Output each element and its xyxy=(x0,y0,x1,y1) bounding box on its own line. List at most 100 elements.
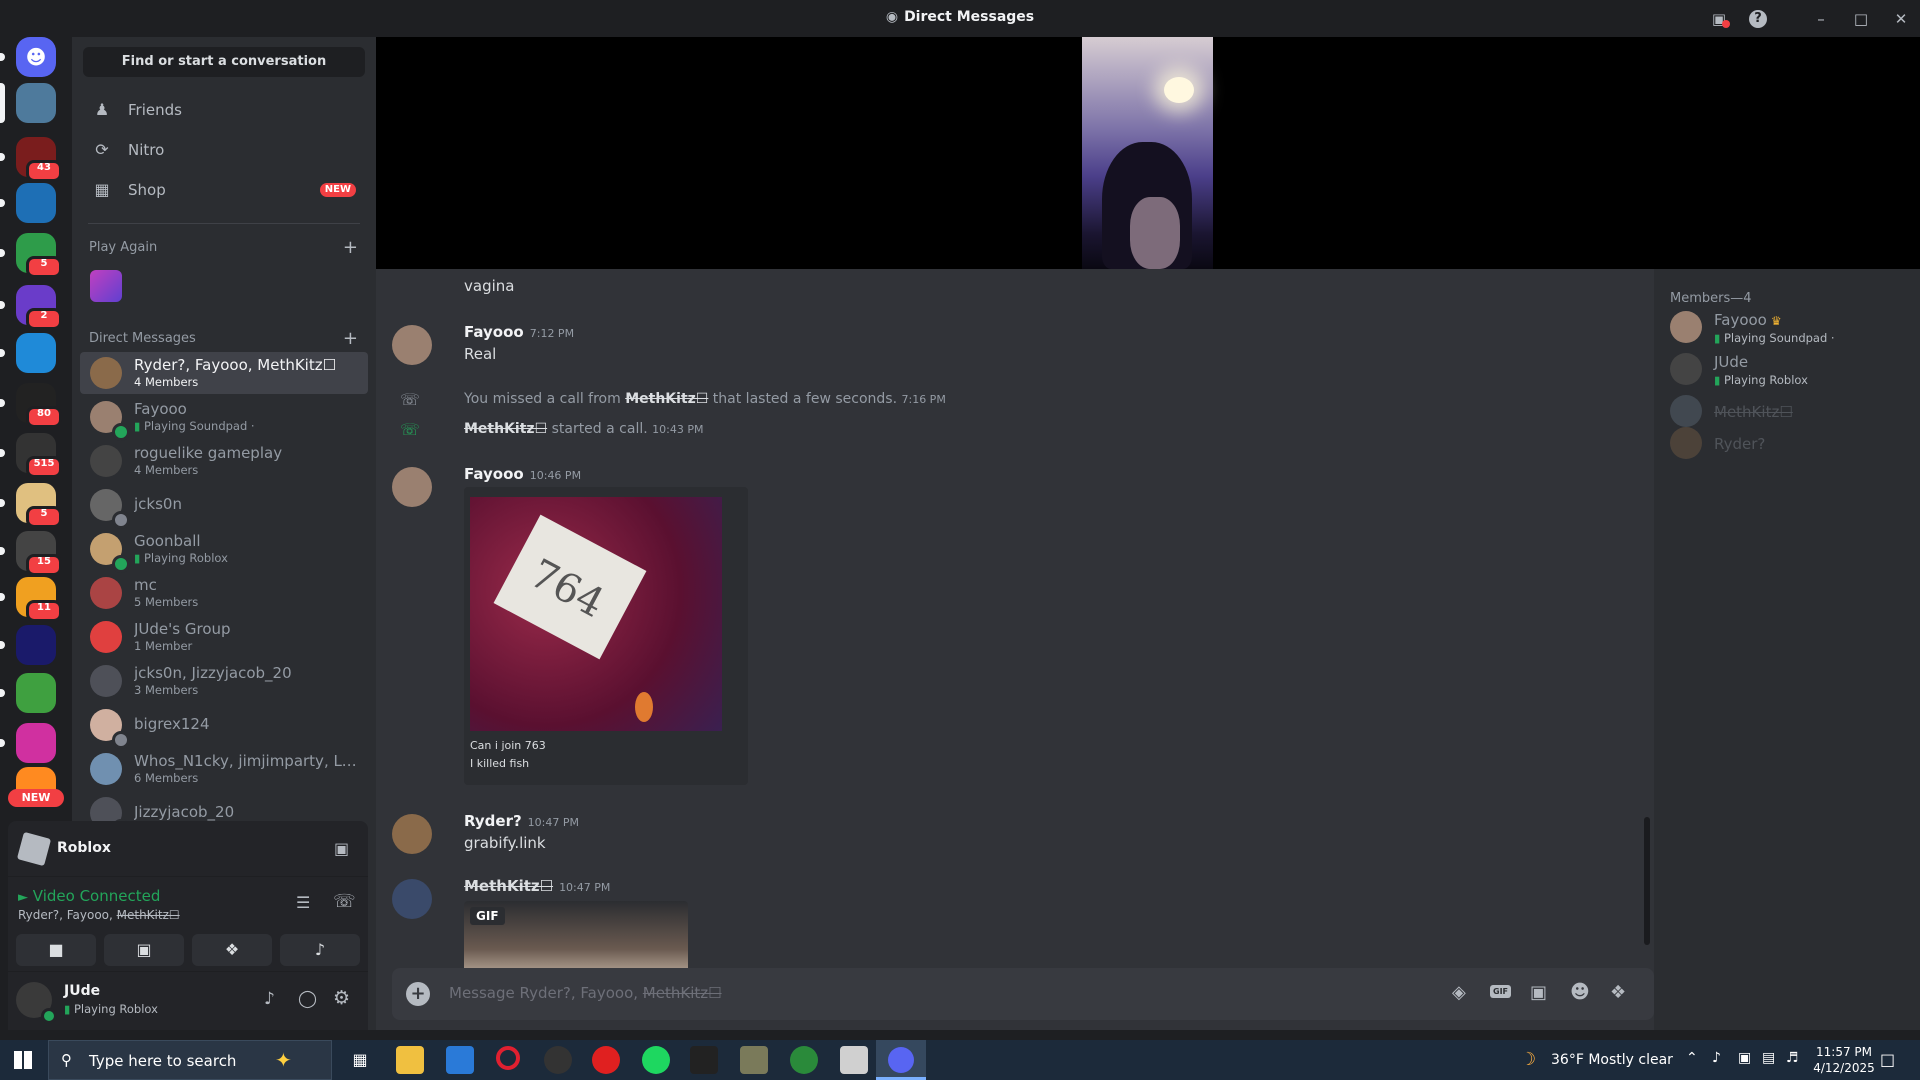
server-icon[interactable] xyxy=(0,723,56,763)
dm-item[interactable]: jcks0n xyxy=(80,484,368,529)
roblox-taskbar-icon[interactable] xyxy=(840,1046,868,1074)
nav-friends[interactable]: ♟ Friends xyxy=(80,91,368,129)
mic-icon[interactable]: ♪ xyxy=(264,989,275,1009)
server-icon[interactable]: 5 xyxy=(0,483,62,528)
dm-item[interactable]: Ryder?, Fayooo, MethKitz☐ 4 Members xyxy=(80,352,368,394)
file-explorer-icon[interactable] xyxy=(396,1046,424,1074)
maximize-icon[interactable]: □ xyxy=(1848,6,1874,32)
dm-item[interactable]: JUde's Group 1 Member xyxy=(80,616,368,658)
tray-chevron-icon[interactable]: ⌃ xyxy=(1686,1050,1698,1066)
author-name[interactable]: MethKitz☐ xyxy=(464,877,553,895)
nav-nitro[interactable]: ⟳ Nitro xyxy=(80,131,368,169)
volume-icon[interactable]: ♬ xyxy=(1786,1050,1799,1066)
gift-icon[interactable]: ◈ xyxy=(1452,982,1466,1003)
weather-text[interactable]: 36°F Mostly clear xyxy=(1551,1052,1673,1068)
author-name[interactable]: Fayooo xyxy=(464,323,524,341)
voice-status[interactable]: ► Video Connected xyxy=(18,887,160,905)
soundboard-button[interactable]: ♪ xyxy=(280,934,360,966)
close-icon[interactable]: ✕ xyxy=(1888,6,1914,32)
dm-item[interactable]: jcks0n, Jizzyjacob_20 3 Members xyxy=(80,660,368,702)
new-unreads-pill[interactable]: NEW xyxy=(8,789,64,807)
embed-image[interactable]: 764 xyxy=(470,497,722,731)
tray-camera-icon[interactable]: ▣ xyxy=(1738,1050,1751,1066)
chat-messages[interactable]: vagina Fayooo 7:12 PM Real ☏ You missed a… xyxy=(376,269,1654,997)
member-item[interactable]: Ryder? xyxy=(1670,423,1910,465)
call-of-duty-icon[interactable] xyxy=(690,1046,718,1074)
game-icon[interactable] xyxy=(740,1046,768,1074)
task-view-icon[interactable]: ▦ xyxy=(346,1046,374,1074)
apps-icon[interactable]: ❖ xyxy=(1610,982,1626,1003)
server-icon[interactable]: ☻ xyxy=(0,37,56,77)
sys-user[interactable]: MethKitz☐ xyxy=(464,421,547,437)
clock[interactable]: 11:57 PM 4/12/2025 xyxy=(1806,1044,1882,1076)
notification-icon[interactable]: □ xyxy=(1880,1050,1895,1069)
emoji-icon[interactable]: ☻ xyxy=(1570,981,1590,1003)
author-avatar[interactable] xyxy=(392,814,432,854)
message-body[interactable]: grabify.link xyxy=(464,834,546,852)
message-composer[interactable]: + Message Ryder?, Fayooo, MethKitz☐ ◈ GI… xyxy=(392,968,1654,1020)
spotify-icon[interactable] xyxy=(642,1046,670,1074)
composer-placeholder[interactable]: Message Ryder?, Fayooo, MethKitz☐ xyxy=(449,984,722,1002)
sticker-icon[interactable]: ▣ xyxy=(1530,982,1547,1003)
play-again-game-icon[interactable] xyxy=(90,270,122,302)
play-again-add-icon[interactable]: + xyxy=(343,237,358,258)
image-embed[interactable]: 764 Can i join 763 I killed fish xyxy=(464,487,748,785)
dm-item[interactable]: Fayooo ▮ Playing Soundpad · xyxy=(80,396,368,441)
camera-off-button[interactable]: ■ xyxy=(16,934,96,966)
minimize-icon[interactable]: – xyxy=(1808,6,1834,32)
dm-item[interactable]: Whos_N1cky, jimjimparty, Luc... 6 Members xyxy=(80,748,368,790)
server-icon[interactable] xyxy=(0,673,56,713)
server-icon[interactable]: 11 xyxy=(0,577,62,622)
help-icon[interactable]: ? xyxy=(1749,10,1767,28)
dm-item[interactable]: roguelike gameplay 4 Members xyxy=(80,440,368,482)
settings-gear-icon[interactable]: ⚙ xyxy=(333,987,350,1009)
find-conversation-button[interactable]: Find or start a conversation xyxy=(83,47,365,77)
weather-moon-icon[interactable]: ☽ xyxy=(1520,1049,1536,1070)
dm-item[interactable]: mc 5 Members xyxy=(80,572,368,614)
server-icon[interactable] xyxy=(0,625,56,665)
dm-item[interactable]: bigrex124 xyxy=(80,704,368,749)
network-icon[interactable]: ▤ xyxy=(1762,1050,1775,1066)
server-icon[interactable]: 515 xyxy=(0,433,62,478)
tray-mic-icon[interactable]: ♪ xyxy=(1712,1050,1721,1066)
gif-picker-icon[interactable]: GIF xyxy=(1490,985,1512,998)
server-icon[interactable]: 43 xyxy=(0,137,62,182)
store-icon[interactable] xyxy=(446,1046,474,1074)
server-icon[interactable]: 2 xyxy=(0,285,62,330)
chat-scrollbar[interactable] xyxy=(1644,817,1650,945)
server-icon[interactable]: 15 xyxy=(0,531,62,576)
taskbar-search-box[interactable]: ⚲ Type here to search ✦ xyxy=(48,1040,332,1080)
server-icon[interactable]: 80 xyxy=(0,383,62,428)
noise-suppression-icon[interactable]: ☰ xyxy=(296,893,310,912)
member-item[interactable]: JUde ▮ Playing Roblox xyxy=(1670,349,1910,391)
author-name[interactable]: Fayooo xyxy=(464,465,524,483)
discord-taskbar-active[interactable] xyxy=(876,1040,926,1080)
server-icon[interactable] xyxy=(0,183,56,223)
activities-button[interactable]: ❖ xyxy=(192,934,272,966)
disconnect-icon[interactable]: ☏ xyxy=(333,891,356,912)
create-dm-icon[interactable]: + xyxy=(343,328,358,349)
windows-start-icon[interactable] xyxy=(14,1051,32,1069)
stream-game-icon[interactable]: ▣ xyxy=(334,839,349,858)
sys-user[interactable]: MethKitz☐ xyxy=(625,391,708,407)
share-screen-button[interactable]: ▣ xyxy=(104,934,184,966)
author-avatar[interactable] xyxy=(392,325,432,365)
member-item[interactable]: Fayooo ♛ ▮ Playing Soundpad · xyxy=(1670,307,1910,349)
video-tile[interactable] xyxy=(1082,37,1213,269)
app-icon[interactable] xyxy=(544,1046,572,1074)
opera-icon[interactable] xyxy=(496,1046,520,1070)
minecraft-launcher-icon[interactable] xyxy=(790,1046,818,1074)
server-icon[interactable] xyxy=(0,333,56,373)
author-avatar[interactable] xyxy=(392,467,432,507)
author-avatar[interactable] xyxy=(392,879,432,919)
author-name[interactable]: Ryder? xyxy=(464,812,522,830)
video-stage[interactable] xyxy=(376,37,1920,269)
server-icon[interactable] xyxy=(0,83,56,123)
headphones-icon[interactable]: ◯ xyxy=(298,989,317,1009)
attach-plus-icon[interactable]: + xyxy=(406,982,430,1006)
inbox-icon[interactable]: ▣ xyxy=(1706,6,1732,32)
server-icon[interactable]: 5 xyxy=(0,233,62,278)
nav-shop[interactable]: ▦ Shop NEW xyxy=(80,171,368,209)
dm-item[interactable]: Goonball ▮ Playing Roblox xyxy=(80,528,368,573)
youtube-icon[interactable] xyxy=(592,1046,620,1074)
